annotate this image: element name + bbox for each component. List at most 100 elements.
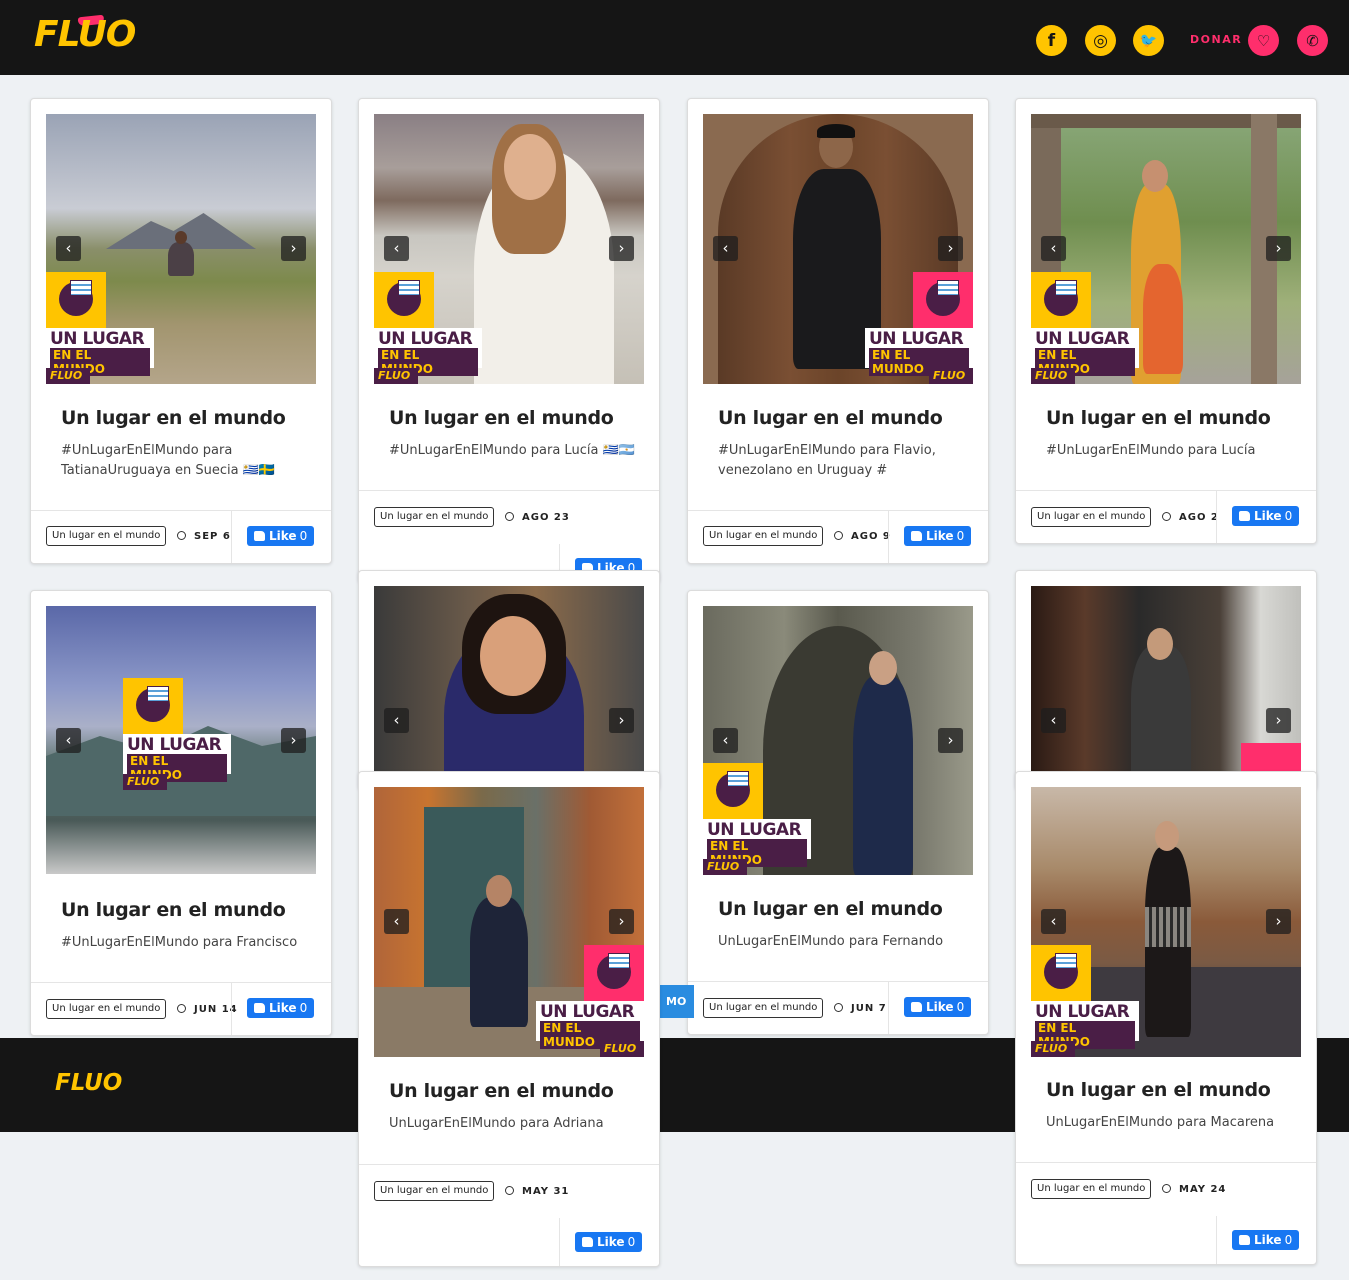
facebook-like-button[interactable]: Like 0 xyxy=(904,997,972,1017)
clock-icon xyxy=(177,1004,186,1013)
thumbs-up-icon xyxy=(1239,1235,1250,1245)
thumbs-up-icon xyxy=(254,1003,265,1013)
footer-logo[interactable]: FLUO xyxy=(55,1070,122,1096)
next-arrow[interactable]: › xyxy=(281,728,306,753)
post-title[interactable]: Un lugar en el mundo xyxy=(718,898,943,920)
clock-icon xyxy=(1162,1184,1171,1193)
post-title[interactable]: Un lugar en el mundo xyxy=(389,1080,614,1102)
post-image[interactable]: ‹ › UN LUGAREN EL MUNDO FLUO xyxy=(374,787,644,1057)
prev-arrow[interactable]: ‹ xyxy=(384,236,409,261)
category-tag[interactable]: Un lugar en el mundo xyxy=(374,507,495,527)
post-card[interactable]: ‹ › xyxy=(358,570,660,790)
post-card[interactable]: ‹ › UN LUGAREN EL MUNDO FLUO Un lugar en… xyxy=(687,98,989,564)
prev-arrow[interactable]: ‹ xyxy=(56,236,81,261)
post-card[interactable]: ‹ › UN LUGAREN EL MUNDO FLUO Un lugar en… xyxy=(1015,771,1317,1265)
post-title[interactable]: Un lugar en el mundo xyxy=(389,407,614,429)
top-navbar: FLUO f ◎ 🐦 DONAR ♡ ✆ xyxy=(0,0,1349,75)
post-card[interactable]: ‹ › UN LUGAREN EL MUNDO FLUO Un lugar en… xyxy=(30,590,332,1036)
prev-arrow[interactable]: ‹ xyxy=(713,728,738,753)
category-tag[interactable]: Un lugar en el mundo xyxy=(703,526,824,546)
next-arrow[interactable]: › xyxy=(1266,236,1291,261)
clock-icon xyxy=(505,1186,514,1195)
post-title[interactable]: Un lugar en el mundo xyxy=(61,407,286,429)
thumbs-up-icon xyxy=(911,531,922,541)
instagram-icon[interactable]: ◎ xyxy=(1085,25,1116,56)
next-arrow[interactable]: › xyxy=(1266,708,1291,733)
thumbs-up-icon xyxy=(1239,511,1250,521)
prev-arrow[interactable]: ‹ xyxy=(384,909,409,934)
prev-arrow[interactable]: ‹ xyxy=(1041,708,1066,733)
un-lugar-badge: UN LUGAREN EL MUNDO FLUO xyxy=(374,272,482,384)
prev-arrow[interactable]: ‹ xyxy=(1041,909,1066,934)
category-tag[interactable]: Un lugar en el mundo xyxy=(46,999,167,1019)
prev-arrow[interactable]: ‹ xyxy=(384,708,409,733)
post-footer: Un lugar en el mundo AGO 2 Like 0 xyxy=(1016,490,1316,543)
post-title[interactable]: Un lugar en el mundo xyxy=(61,899,286,921)
un-lugar-badge: UN LUGAREN EL MUNDO FLUO xyxy=(1031,945,1139,1057)
thumbs-up-icon xyxy=(911,1002,922,1012)
post-image[interactable]: ‹ › UN LUGAREN EL MUNDO FLUO xyxy=(1031,787,1301,1057)
thumbs-up-icon xyxy=(254,531,265,541)
post-date: AGO 23 xyxy=(505,512,570,523)
post-footer: Un lugar en el mundo MAY 24 Like 0 xyxy=(1016,1162,1316,1264)
twitter-icon[interactable]: 🐦 xyxy=(1133,25,1164,56)
post-image[interactable]: ‹ › UN LUGAREN EL MUNDO FLUO xyxy=(1031,114,1301,384)
post-image[interactable]: ‹ › xyxy=(1031,586,1301,789)
post-image[interactable]: ‹ › UN LUGAREN EL MUNDO FLUO xyxy=(374,114,644,384)
post-title[interactable]: Un lugar en el mundo xyxy=(1046,407,1271,429)
facebook-like-button[interactable]: Like 0 xyxy=(1232,1230,1300,1250)
next-arrow[interactable]: › xyxy=(938,236,963,261)
post-description: #UnLugarEnElMundo para TatianaUruguaya e… xyxy=(61,443,276,478)
prev-arrow[interactable]: ‹ xyxy=(56,728,81,753)
post-image[interactable]: ‹ › UN LUGAREN EL MUNDO FLUO xyxy=(703,114,973,384)
post-title[interactable]: Un lugar en el mundo xyxy=(718,407,943,429)
clock-icon xyxy=(834,1003,843,1012)
post-card[interactable]: ‹ › UN LUGAREN EL MUNDO FLUO Un lugar en… xyxy=(358,771,660,1267)
post-image[interactable]: ‹ › UN LUGAREN EL MUNDO FLUO xyxy=(46,114,316,384)
post-date: AGO 9 xyxy=(834,531,891,542)
category-tag[interactable]: Un lugar en el mundo xyxy=(46,526,167,546)
next-arrow[interactable]: › xyxy=(281,236,306,261)
post-description: #UnLugarEnElMundo para Lucía xyxy=(1046,443,1256,458)
post-image[interactable]: ‹ › UN LUGAREN EL MUNDO FLUO xyxy=(46,606,316,874)
un-lugar-badge: UN LUGAREN EL MUNDO FLUO xyxy=(123,678,231,790)
post-image[interactable]: ‹ › UN LUGAREN EL MUNDO FLUO xyxy=(703,606,973,875)
category-tag[interactable]: Un lugar en el mundo xyxy=(374,1181,495,1201)
post-title[interactable]: Un lugar en el mundo xyxy=(1046,1079,1271,1101)
un-lugar-badge: UN LUGAREN EL MUNDO FLUO xyxy=(536,945,644,1057)
site-logo[interactable]: FLUO xyxy=(34,14,136,55)
post-image[interactable]: ‹ › xyxy=(374,586,644,789)
clock-icon xyxy=(505,512,514,521)
next-arrow[interactable]: › xyxy=(609,909,634,934)
whatsapp-icon[interactable]: ✆ xyxy=(1297,25,1328,56)
facebook-like-button[interactable]: Like 0 xyxy=(247,998,315,1018)
clock-icon xyxy=(1162,512,1171,521)
load-more-button[interactable]: MO xyxy=(660,985,694,1018)
heart-hand-icon[interactable]: ♡ xyxy=(1248,25,1279,56)
facebook-like-button[interactable]: Like 0 xyxy=(575,1232,643,1252)
prev-arrow[interactable]: ‹ xyxy=(713,236,738,261)
facebook-like-button[interactable]: Like 0 xyxy=(1232,506,1300,526)
donar-link[interactable]: DONAR xyxy=(1190,33,1242,46)
next-arrow[interactable]: › xyxy=(1266,909,1291,934)
category-tag[interactable]: Un lugar en el mundo xyxy=(1031,507,1152,527)
next-arrow[interactable]: › xyxy=(609,708,634,733)
facebook-icon[interactable]: f xyxy=(1036,25,1067,56)
thumbs-up-icon xyxy=(582,1237,593,1247)
next-arrow[interactable]: › xyxy=(609,236,634,261)
post-card[interactable]: ‹ › UN LUGAREN EL MUNDO FLUO Un lugar en… xyxy=(1015,98,1317,544)
facebook-like-button[interactable]: Like 0 xyxy=(904,526,972,546)
category-tag[interactable]: Un lugar en el mundo xyxy=(703,998,824,1018)
post-footer: Un lugar en el mundo MAY 31 Like 0 xyxy=(359,1164,659,1266)
next-arrow[interactable]: › xyxy=(938,728,963,753)
post-date: AGO 2 xyxy=(1162,512,1219,523)
post-description: #UnLugarEnElMundo para Francisco xyxy=(61,935,298,950)
post-card[interactable]: ‹ › UN LUGAREN EL MUNDO FLUO Un lugar en… xyxy=(30,98,332,564)
category-tag[interactable]: Un lugar en el mundo xyxy=(1031,1179,1152,1199)
post-description: #UnLugarEnElMundo para Lucía 🇺🇾🇦🇷 xyxy=(389,443,635,458)
facebook-like-button[interactable]: Like 0 xyxy=(247,526,315,546)
prev-arrow[interactable]: ‹ xyxy=(1041,236,1066,261)
post-card[interactable]: ‹ › UN LUGAREN EL MUNDO FLUO Un lugar en… xyxy=(687,590,989,1035)
post-card[interactable]: ‹ › UN LUGAREN EL MUNDO FLUO Un lugar en… xyxy=(358,98,660,583)
post-card[interactable]: ‹ › xyxy=(1015,570,1317,790)
